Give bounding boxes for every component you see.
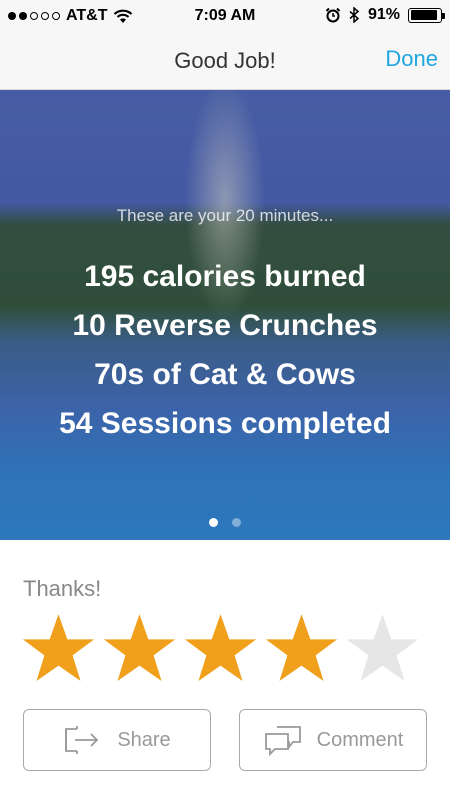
star-1-icon[interactable] (21, 612, 96, 687)
status-bar: AT&T 7:09 AM 91% (0, 0, 450, 32)
done-button[interactable]: Done (385, 46, 438, 72)
summary-intro: These are your 20 minutes... (116, 206, 334, 225)
star-5-icon[interactable] (345, 612, 420, 687)
rating-label: Thanks! (23, 576, 102, 601)
battery-icon (408, 7, 445, 23)
bluetooth-icon (349, 7, 360, 23)
comment-button[interactable]: Comment (239, 709, 427, 771)
comment-icon (264, 726, 301, 756)
alarm-icon (325, 7, 341, 23)
page-indicator[interactable] (0, 518, 450, 527)
stat-cat-cows: 70s of Cat & Cows (94, 358, 356, 391)
star-2-icon[interactable] (102, 612, 177, 687)
battery-percent: 91% (367, 6, 400, 23)
share-button[interactable]: Share (23, 709, 211, 771)
star-3-icon[interactable] (183, 612, 258, 687)
navigation-bar: Good Job! Done (0, 32, 450, 90)
star-rating[interactable] (21, 612, 420, 687)
comment-label: Comment (316, 728, 404, 751)
stat-sessions: 54 Sessions completed (59, 407, 391, 440)
share-icon (65, 726, 99, 754)
star-4-icon[interactable] (264, 612, 339, 687)
status-indicators: 91% (325, 6, 445, 24)
page-dot-1[interactable] (209, 518, 218, 527)
page-title: Good Job! (174, 48, 276, 73)
workout-summary-card[interactable]: These are your 20 minutes... 195 calorie… (0, 90, 450, 540)
stat-calories: 195 calories burned (84, 260, 366, 293)
stat-reverse-crunches: 10 Reverse Crunches (72, 309, 378, 342)
page-dot-2[interactable] (232, 518, 241, 527)
share-label: Share (117, 728, 171, 751)
battery-level (410, 10, 437, 20)
